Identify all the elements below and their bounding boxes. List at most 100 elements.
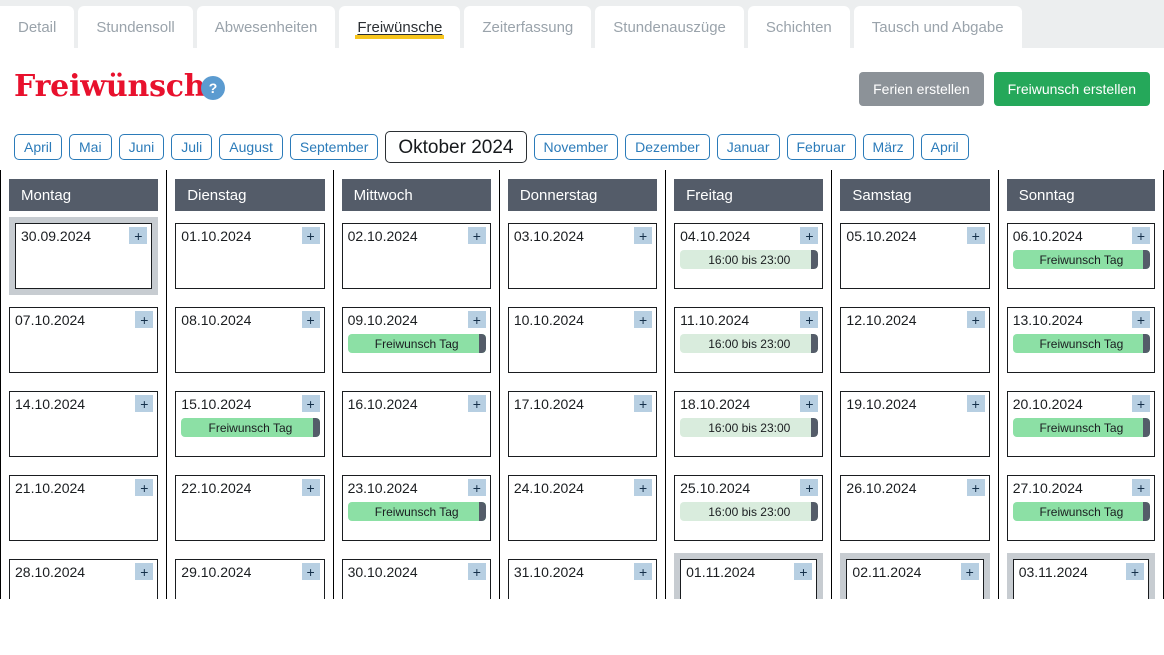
add-entry-icon[interactable]: + [302, 395, 320, 412]
add-entry-icon[interactable]: + [135, 311, 153, 328]
event-resize-handle[interactable] [1143, 502, 1150, 521]
tab-freiw-nsche[interactable]: Freiwünsche [339, 6, 460, 49]
day-cell[interactable]: 08.10.2024+ [175, 307, 324, 373]
add-entry-icon[interactable]: + [1132, 395, 1150, 412]
day-cell[interactable]: 02.10.2024+ [342, 223, 491, 289]
calendar-event[interactable]: Freiwunsch Tag [181, 418, 319, 437]
add-entry-icon[interactable]: + [634, 311, 652, 328]
add-entry-icon[interactable]: + [634, 479, 652, 496]
month-button-oktober-2024-6[interactable]: Oktober 2024 [385, 131, 526, 163]
add-entry-icon[interactable]: + [1132, 311, 1150, 328]
calendar-event[interactable]: Freiwunsch Tag [348, 502, 486, 521]
add-entry-icon[interactable]: + [794, 563, 812, 580]
event-resize-handle[interactable] [811, 418, 818, 437]
calendar-event[interactable]: Freiwunsch Tag [348, 334, 486, 353]
add-entry-icon[interactable]: + [800, 311, 818, 328]
month-button-juli-3[interactable]: Juli [171, 134, 212, 160]
day-cell[interactable]: 01.10.2024+ [175, 223, 324, 289]
add-entry-icon[interactable]: + [634, 563, 652, 580]
add-entry-icon[interactable]: + [135, 395, 153, 412]
day-cell[interactable]: 20.10.2024+Freiwunsch Tag [1007, 391, 1155, 457]
day-cell[interactable]: 12.10.2024+ [840, 307, 989, 373]
add-entry-icon[interactable]: + [468, 479, 486, 496]
tab-schichten[interactable]: Schichten [748, 6, 850, 49]
event-resize-handle[interactable] [811, 250, 818, 269]
day-cell[interactable]: 18.10.2024+16:00 bis 23:00 [674, 391, 823, 457]
day-cell[interactable]: 05.10.2024+ [840, 223, 989, 289]
calendar-event[interactable]: 16:00 bis 23:00 [680, 250, 818, 269]
day-cell[interactable]: 29.10.2024+ [175, 559, 324, 599]
day-cell[interactable]: 01.11.2024+ [680, 559, 817, 599]
month-button-august-4[interactable]: August [219, 134, 283, 160]
tab-zeiterfassung[interactable]: Zeiterfassung [464, 6, 591, 49]
calendar-event[interactable]: Freiwunsch Tag [1013, 502, 1150, 521]
add-entry-icon[interactable]: + [967, 479, 985, 496]
day-cell[interactable]: 21.10.2024+ [9, 475, 158, 541]
day-cell[interactable]: 02.11.2024+ [846, 559, 983, 599]
create-request-button[interactable]: Freiwunsch erstellen [994, 72, 1150, 106]
day-cell[interactable]: 07.10.2024+ [9, 307, 158, 373]
calendar-event[interactable]: 16:00 bis 23:00 [680, 502, 818, 521]
calendar-event[interactable]: Freiwunsch Tag [1013, 418, 1150, 437]
add-entry-icon[interactable]: + [135, 479, 153, 496]
add-entry-icon[interactable]: + [302, 563, 320, 580]
month-button-september-5[interactable]: September [290, 134, 378, 160]
day-cell[interactable]: 09.10.2024+Freiwunsch Tag [342, 307, 491, 373]
day-cell[interactable]: 30.10.2024+ [342, 559, 491, 599]
add-entry-icon[interactable]: + [468, 563, 486, 580]
add-entry-icon[interactable]: + [468, 227, 486, 244]
day-cell[interactable]: 17.10.2024+ [508, 391, 657, 457]
day-cell[interactable]: 06.10.2024+Freiwunsch Tag [1007, 223, 1155, 289]
add-entry-icon[interactable]: + [967, 395, 985, 412]
day-cell[interactable]: 22.10.2024+ [175, 475, 324, 541]
day-cell[interactable]: 26.10.2024+ [840, 475, 989, 541]
add-entry-icon[interactable]: + [800, 395, 818, 412]
day-cell[interactable]: 03.10.2024+ [508, 223, 657, 289]
tab-tausch-und-abgabe[interactable]: Tausch und Abgabe [854, 6, 1022, 49]
add-entry-icon[interactable]: + [634, 395, 652, 412]
event-resize-handle[interactable] [811, 334, 818, 353]
calendar-event[interactable]: Freiwunsch Tag [1013, 250, 1150, 269]
day-cell[interactable]: 24.10.2024+ [508, 475, 657, 541]
add-entry-icon[interactable]: + [468, 395, 486, 412]
month-button-april-0[interactable]: April [14, 134, 62, 160]
add-entry-icon[interactable]: + [967, 227, 985, 244]
add-entry-icon[interactable]: + [468, 311, 486, 328]
add-entry-icon[interactable]: + [1126, 563, 1144, 580]
calendar-event[interactable]: 16:00 bis 23:00 [680, 334, 818, 353]
month-button-juni-2[interactable]: Juni [119, 134, 165, 160]
help-icon[interactable]: ? [201, 76, 225, 100]
day-cell[interactable]: 03.11.2024+ [1013, 559, 1149, 599]
tab-abwesenheiten[interactable]: Abwesenheiten [197, 6, 336, 49]
add-entry-icon[interactable]: + [800, 227, 818, 244]
event-resize-handle[interactable] [313, 418, 320, 437]
calendar-event[interactable]: 16:00 bis 23:00 [680, 418, 818, 437]
month-button-november-7[interactable]: November [534, 134, 619, 160]
month-button-m-rz-11[interactable]: März [863, 134, 914, 160]
month-button-dezember-8[interactable]: Dezember [625, 134, 710, 160]
day-cell[interactable]: 13.10.2024+Freiwunsch Tag [1007, 307, 1155, 373]
create-holiday-button[interactable]: Ferien erstellen [859, 72, 984, 106]
add-entry-icon[interactable]: + [634, 227, 652, 244]
add-entry-icon[interactable]: + [302, 311, 320, 328]
add-entry-icon[interactable]: + [1132, 479, 1150, 496]
tab-stundenausz-ge[interactable]: Stundenauszüge [595, 6, 744, 49]
calendar-event[interactable]: Freiwunsch Tag [1013, 334, 1150, 353]
event-resize-handle[interactable] [479, 334, 486, 353]
day-cell[interactable]: 11.10.2024+16:00 bis 23:00 [674, 307, 823, 373]
month-button-februar-10[interactable]: Februar [787, 134, 856, 160]
event-resize-handle[interactable] [811, 502, 818, 521]
day-cell[interactable]: 04.10.2024+16:00 bis 23:00 [674, 223, 823, 289]
event-resize-handle[interactable] [1143, 334, 1150, 353]
day-cell[interactable]: 25.10.2024+16:00 bis 23:00 [674, 475, 823, 541]
event-resize-handle[interactable] [1143, 250, 1150, 269]
add-entry-icon[interactable]: + [302, 227, 320, 244]
day-cell[interactable]: 28.10.2024+ [9, 559, 158, 599]
add-entry-icon[interactable]: + [961, 563, 979, 580]
add-entry-icon[interactable]: + [1132, 227, 1150, 244]
add-entry-icon[interactable]: + [800, 479, 818, 496]
day-cell[interactable]: 23.10.2024+Freiwunsch Tag [342, 475, 491, 541]
day-cell[interactable]: 27.10.2024+Freiwunsch Tag [1007, 475, 1155, 541]
day-cell[interactable]: 10.10.2024+ [508, 307, 657, 373]
event-resize-handle[interactable] [1143, 418, 1150, 437]
